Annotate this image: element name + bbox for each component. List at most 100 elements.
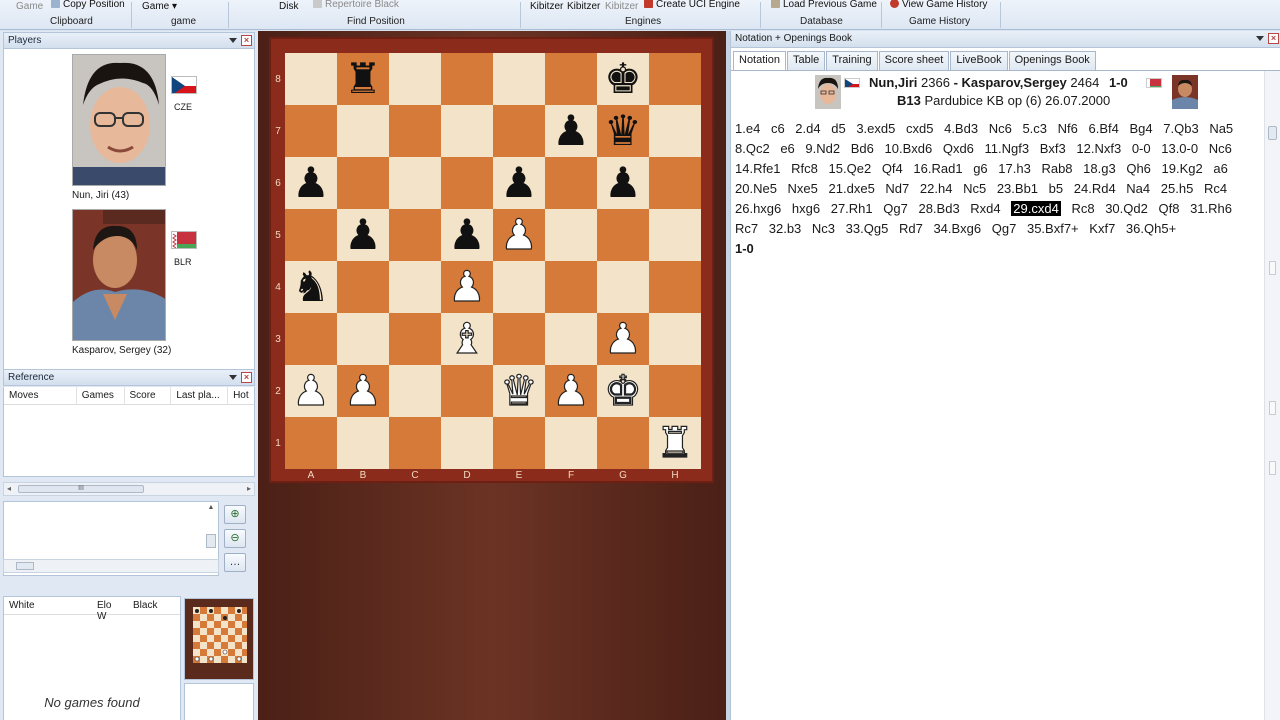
square-h8[interactable] xyxy=(649,53,701,105)
move[interactable]: Nxe5 xyxy=(788,181,818,196)
white-pawn-icon[interactable]: ♟ xyxy=(337,365,389,417)
move[interactable]: Rab8 xyxy=(1041,161,1072,176)
col-score[interactable]: Score xyxy=(125,387,172,404)
move[interactable]: 9.Nd2 xyxy=(805,141,840,156)
square-a6[interactable]: ♟ xyxy=(285,157,337,209)
square-b8[interactable]: ♜ xyxy=(337,53,389,105)
move[interactable]: g6 xyxy=(973,161,987,176)
move[interactable]: Bxf3 xyxy=(1040,141,1066,156)
scroll-thumb[interactable] xyxy=(16,562,34,570)
move[interactable]: Qg7 xyxy=(883,201,908,216)
move[interactable]: 22.h4 xyxy=(920,181,953,196)
square-e4[interactable] xyxy=(493,261,545,313)
move[interactable]: Na4 xyxy=(1126,181,1150,196)
square-d6[interactable] xyxy=(441,157,493,209)
square-c7[interactable] xyxy=(389,105,441,157)
white-queen-icon[interactable]: ♛ xyxy=(493,365,545,417)
chess-board[interactable]: ♜ ♚ ♟ ♛ ♟ ♟ ♟ ♟ ♟ ♟ ♞ ♟ ♝ ♟ ♟ ♟ ♛ ♟ ♚ ♜ xyxy=(285,53,701,469)
square-e2[interactable]: ♛ xyxy=(493,365,545,417)
move[interactable]: 15.Qe2 xyxy=(829,161,872,176)
copy-position-button[interactable]: Copy Position xyxy=(51,0,125,10)
col-hot[interactable]: Hot xyxy=(228,387,254,404)
move[interactable]: Bg4 xyxy=(1130,121,1153,136)
kibitzer-button-1[interactable]: Kibitzer xyxy=(530,1,563,12)
notation-vertical-scrollbar[interactable] xyxy=(1264,71,1280,720)
square-g4[interactable] xyxy=(597,261,649,313)
scroll-thumb[interactable] xyxy=(206,534,216,548)
move[interactable]: 21.dxe5 xyxy=(829,181,875,196)
square-d2[interactable] xyxy=(441,365,493,417)
square-d8[interactable] xyxy=(441,53,493,105)
move[interactable]: d5 xyxy=(831,121,845,136)
square-b7[interactable] xyxy=(337,105,389,157)
square-d3[interactable]: ♝ xyxy=(441,313,493,365)
kibitzer-button-3[interactable]: Kibitzer xyxy=(605,1,638,12)
move[interactable]: Kxf7 xyxy=(1089,221,1115,236)
dropdown-arrow-icon[interactable] xyxy=(229,38,237,43)
move[interactable]: Qh6 xyxy=(1126,161,1151,176)
move[interactable]: Bd6 xyxy=(851,141,874,156)
square-c6[interactable] xyxy=(389,157,441,209)
move[interactable]: 31.Rh6 xyxy=(1190,201,1232,216)
white-king-icon[interactable]: ♚ xyxy=(597,365,649,417)
game-menu-button[interactable]: Game ▾ xyxy=(142,1,177,12)
move[interactable]: 25.h5 xyxy=(1161,181,1194,196)
tab-training[interactable]: Training xyxy=(826,51,878,70)
dropdown-arrow-icon[interactable] xyxy=(1256,36,1264,41)
move[interactable]: 28.Bd3 xyxy=(918,201,959,216)
square-f2[interactable]: ♟ xyxy=(545,365,597,417)
square-e1[interactable] xyxy=(493,417,545,469)
square-c3[interactable] xyxy=(389,313,441,365)
move[interactable]: 0-0 xyxy=(1132,141,1151,156)
move[interactable]: 5.c3 xyxy=(1022,121,1047,136)
move[interactable]: Qg7 xyxy=(992,221,1017,236)
board-thumbnail[interactable] xyxy=(184,598,254,680)
square-b2[interactable]: ♟ xyxy=(337,365,389,417)
square-g6[interactable]: ♟ xyxy=(597,157,649,209)
square-h2[interactable] xyxy=(649,365,701,417)
white-rook-icon[interactable]: ♜ xyxy=(649,417,701,469)
move[interactable]: cxd5 xyxy=(906,121,933,136)
square-g3[interactable]: ♟ xyxy=(597,313,649,365)
move[interactable]: Rxd4 xyxy=(970,201,1000,216)
tab-openings-book[interactable]: Openings Book xyxy=(1008,51,1096,70)
tab-livebook[interactable]: LiveBook xyxy=(950,51,1008,70)
square-g1[interactable] xyxy=(597,417,649,469)
black-pawn-icon[interactable]: ♟ xyxy=(337,209,389,261)
move[interactable]: 12.Nxf3 xyxy=(1076,141,1121,156)
square-g5[interactable] xyxy=(597,209,649,261)
reference-horizontal-scrollbar[interactable]: ◂ III ▸ xyxy=(3,482,255,496)
col-last-played[interactable]: Last pla... xyxy=(171,387,229,404)
square-h1[interactable]: ♜ xyxy=(649,417,701,469)
col-white[interactable]: White xyxy=(4,597,92,614)
text-area-horizontal-scrollbar[interactable] xyxy=(3,559,219,573)
view-game-history-button[interactable]: View Game History xyxy=(890,0,987,10)
square-d7[interactable] xyxy=(441,105,493,157)
scroll-thumb[interactable]: III xyxy=(18,485,144,493)
move[interactable]: 36.Qh5+ xyxy=(1126,221,1176,236)
move[interactable]: 14.Rfe1 xyxy=(735,161,781,176)
move[interactable]: 33.Qg5 xyxy=(846,221,889,236)
square-f1[interactable] xyxy=(545,417,597,469)
move[interactable]: 1.e4 xyxy=(735,121,760,136)
square-g8[interactable]: ♚ xyxy=(597,53,649,105)
square-g2[interactable]: ♚ xyxy=(597,365,649,417)
move[interactable]: Nc5 xyxy=(963,181,986,196)
black-pawn-icon[interactable]: ♟ xyxy=(441,209,493,261)
square-a1[interactable] xyxy=(285,417,337,469)
black-king-icon[interactable]: ♚ xyxy=(597,53,649,105)
move[interactable]: Qf8 xyxy=(1158,201,1179,216)
ribbon-game-button[interactable]: Game xyxy=(16,1,43,12)
black-queen-icon[interactable]: ♛ xyxy=(597,105,649,157)
move[interactable]: 11.Ngf3 xyxy=(985,141,1030,156)
black-pawn-icon[interactable]: ♟ xyxy=(285,157,337,209)
tab-table[interactable]: Table xyxy=(786,51,826,70)
move[interactable]: 8.Qc2 xyxy=(735,141,770,156)
square-e6[interactable]: ♟ xyxy=(493,157,545,209)
move[interactable]: 2.d4 xyxy=(795,121,820,136)
square-h7[interactable] xyxy=(649,105,701,157)
move[interactable]: 35.Bxf7+ xyxy=(1027,221,1079,236)
move[interactable]: Qxd6 xyxy=(943,141,974,156)
square-c4[interactable] xyxy=(389,261,441,313)
move[interactable]: Rc4 xyxy=(1204,181,1227,196)
